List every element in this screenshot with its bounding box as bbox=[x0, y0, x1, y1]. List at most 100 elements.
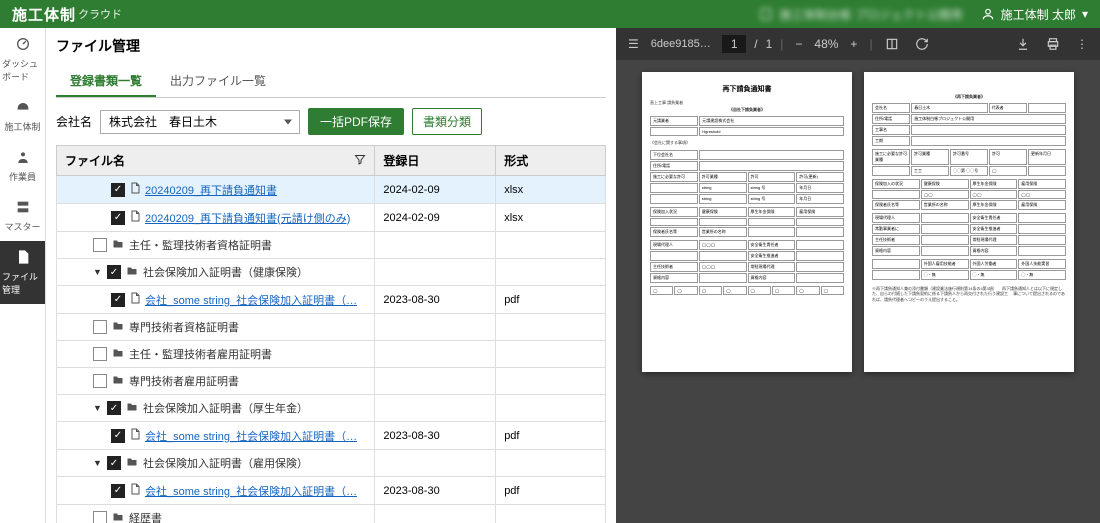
pdf-page-sep: / bbox=[754, 37, 757, 51]
pdf-page-current[interactable]: 1 bbox=[722, 35, 746, 53]
funnel-icon[interactable] bbox=[354, 153, 366, 168]
expand-toggle[interactable]: ▼ bbox=[93, 403, 103, 413]
folder-icon bbox=[125, 265, 139, 280]
tab[interactable]: 出力ファイル一覧 bbox=[156, 66, 280, 97]
folder-icon bbox=[111, 238, 125, 253]
file-icon bbox=[129, 427, 141, 444]
folder-icon bbox=[125, 401, 139, 416]
pdf-more-button[interactable]: ⋮ bbox=[1072, 35, 1092, 53]
user-menu[interactable]: 施工体制 太郎 ▾ bbox=[981, 6, 1088, 23]
file-list-panel: ファイル管理 登録書類一覧出力ファイル一覧 会社名 株式会社 春日土木 一括PD… bbox=[46, 28, 616, 523]
pdf-filename: 6dee9185-2055-45bd-9... bbox=[651, 38, 714, 50]
folder-icon bbox=[125, 456, 139, 471]
server-icon bbox=[15, 199, 31, 218]
file-icon bbox=[129, 291, 141, 308]
column-filename[interactable]: ファイル名 bbox=[57, 146, 375, 176]
dashboard-icon bbox=[15, 36, 31, 55]
checkbox[interactable] bbox=[93, 511, 107, 523]
pdf-page-left: 再下請負通知書 直上工事 請負業者 《自社下請負業者》 元請業者元請建設株式会社… bbox=[642, 72, 852, 372]
folder-icon bbox=[111, 320, 125, 335]
company-label: 会社名 bbox=[56, 113, 92, 130]
pdf-viewer[interactable]: 再下請負通知書 直上工事 請負業者 《自社下請負業者》 元請業者元請建設株式会社… bbox=[616, 60, 1100, 523]
pdf-toolbar: ☰ 6dee9185-2055-45bd-9... 1 / 1 | − 48% … bbox=[616, 28, 1100, 60]
table-row[interactable]: 専門技術者雇用証明書 bbox=[57, 368, 606, 395]
table-row[interactable]: 20240209_再下請負通知書(元請け側のみ)2024-02-09xlsx bbox=[57, 204, 606, 232]
pdf-zoom-in-button[interactable]: + bbox=[846, 35, 861, 53]
checkbox[interactable] bbox=[111, 211, 125, 225]
file-link[interactable]: 20240209_再下請負通知書 bbox=[145, 182, 277, 198]
checkbox[interactable] bbox=[111, 183, 125, 197]
folder-name: 社会保険加入証明書（厚生年金） bbox=[143, 400, 308, 416]
table-row[interactable]: ▼ 社会保険加入証明書（厚生年金） bbox=[57, 395, 606, 422]
user-icon bbox=[981, 7, 995, 21]
checkbox[interactable] bbox=[93, 374, 107, 388]
table-row[interactable]: 会社_some string_社会保険加入証明書（…2023-08-30pdf bbox=[57, 286, 606, 314]
pdf-zoom-out-button[interactable]: − bbox=[791, 35, 806, 53]
company-select[interactable]: 株式会社 春日土木 bbox=[100, 110, 300, 134]
column-date[interactable]: 登録日 bbox=[375, 146, 496, 176]
checkbox[interactable] bbox=[107, 456, 121, 470]
expand-toggle[interactable]: ▼ bbox=[93, 267, 103, 277]
folder-name: 経歴書 bbox=[129, 510, 162, 523]
file-icon bbox=[129, 209, 141, 226]
folder-name: 専門技術者資格証明書 bbox=[129, 319, 239, 335]
table-row[interactable]: 主任・監理技術者雇用証明書 bbox=[57, 341, 606, 368]
sidebar-item-server[interactable]: マスター bbox=[0, 191, 45, 241]
expand-toggle[interactable]: ▼ bbox=[93, 458, 103, 468]
folder-icon bbox=[111, 511, 125, 523]
pdf-download-button[interactable] bbox=[1012, 35, 1034, 53]
table-row[interactable]: ▼ 社会保険加入証明書（雇用保険） bbox=[57, 450, 606, 477]
folder-name: 主任・監理技術者雇用証明書 bbox=[129, 346, 272, 362]
checkbox[interactable] bbox=[111, 484, 125, 498]
table-row[interactable]: 経歴書 bbox=[57, 505, 606, 523]
file-icon bbox=[129, 181, 141, 198]
sidebar-item-dashboard[interactable]: ダッシュボード bbox=[0, 28, 45, 91]
pdf-page-right: 《再下請負業者》 会社名春日土木代表者 住所/電話施工体制白帳プロジェクト公開用… bbox=[864, 72, 1074, 372]
file-icon bbox=[129, 482, 141, 499]
sidebar-item-worker[interactable]: 作業員 bbox=[0, 141, 45, 191]
folder-icon bbox=[111, 374, 125, 389]
folder-name: 専門技術者雇用証明書 bbox=[129, 373, 239, 389]
sidebar: ダッシュボード施工体制作業員マスターファイル管理 bbox=[0, 28, 46, 523]
table-row[interactable]: 主任・監理技術者資格証明書 bbox=[57, 232, 606, 259]
file-link[interactable]: 20240209_再下請負通知書(元請け側のみ) bbox=[145, 210, 350, 226]
classify-button[interactable]: 書類分類 bbox=[412, 108, 482, 135]
tab[interactable]: 登録書類一覧 bbox=[56, 66, 156, 97]
table-row[interactable]: 20240209_再下請負通知書2024-02-09xlsx bbox=[57, 176, 606, 204]
file-link[interactable]: 会社_some string_社会保険加入証明書（… bbox=[145, 292, 357, 308]
bulk-pdf-save-button[interactable]: 一括PDF保存 bbox=[308, 108, 404, 135]
pdf-fit-page-button[interactable] bbox=[881, 35, 903, 53]
checkbox[interactable] bbox=[111, 429, 125, 443]
checkbox[interactable] bbox=[93, 238, 107, 252]
file-icon bbox=[15, 249, 31, 268]
checkbox[interactable] bbox=[107, 401, 121, 415]
tabs: 登録書類一覧出力ファイル一覧 bbox=[56, 66, 606, 98]
table-row[interactable]: 会社_some string_社会保険加入証明書（…2023-08-30pdf bbox=[57, 477, 606, 505]
helmet-icon bbox=[15, 99, 31, 118]
pdf-menu-icon[interactable]: ☰ bbox=[624, 35, 643, 53]
sidebar-item-file[interactable]: ファイル管理 bbox=[0, 241, 45, 304]
checkbox[interactable] bbox=[111, 293, 125, 307]
app-subtitle: クラウド bbox=[78, 6, 122, 22]
file-link[interactable]: 会社_some string_社会保険加入証明書（… bbox=[145, 483, 357, 499]
pdf-print-button[interactable] bbox=[1042, 35, 1064, 53]
worker-icon bbox=[15, 149, 31, 168]
folder-icon bbox=[111, 347, 125, 362]
app-title: 施工体制 bbox=[12, 4, 76, 25]
pdf-page-total: 1 bbox=[766, 37, 773, 51]
table-row[interactable]: 会社_some string_社会保険加入証明書（…2023-08-30pdf bbox=[57, 422, 606, 450]
app-header: 施工体制 クラウド 施工体制台帳 プロジェクト公開用 施工体制 太郎 ▾ bbox=[0, 0, 1100, 28]
sidebar-item-helmet[interactable]: 施工体制 bbox=[0, 91, 45, 141]
table-row[interactable]: ▼社会保険加入証明書（健康保険） bbox=[57, 259, 606, 286]
checkbox[interactable] bbox=[93, 320, 107, 334]
file-link[interactable]: 会社_some string_社会保険加入証明書（… bbox=[145, 428, 357, 444]
pdf-preview-panel: ☰ 6dee9185-2055-45bd-9... 1 / 1 | − 48% … bbox=[616, 28, 1100, 523]
folder-name: 社会保険加入証明書（雇用保険） bbox=[143, 455, 308, 471]
project-selector[interactable]: 施工体制台帳 プロジェクト公開用 bbox=[759, 6, 962, 23]
checkbox[interactable] bbox=[107, 265, 121, 279]
table-row[interactable]: 専門技術者資格証明書 bbox=[57, 314, 606, 341]
building-icon bbox=[759, 7, 773, 21]
pdf-rotate-button[interactable] bbox=[911, 35, 933, 53]
column-format[interactable]: 形式 bbox=[496, 146, 606, 176]
checkbox[interactable] bbox=[93, 347, 107, 361]
